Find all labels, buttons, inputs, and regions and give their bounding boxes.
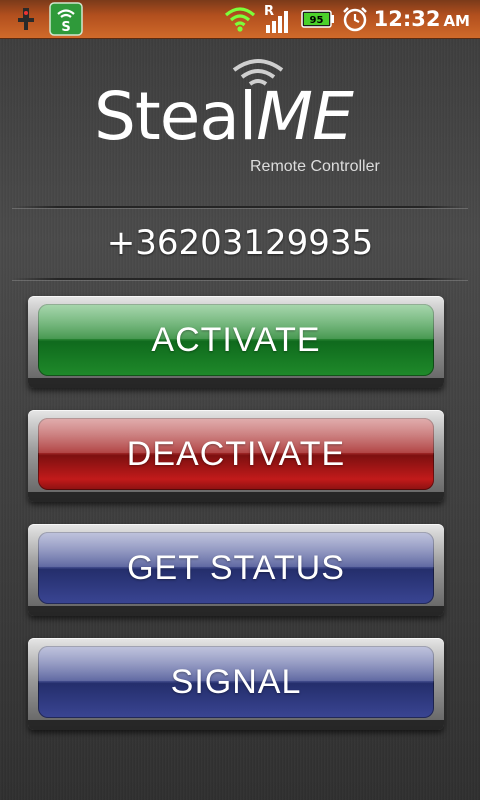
svg-text:S: S <box>61 20 70 35</box>
status-bar: S R 95 12:32 AM <box>0 0 480 39</box>
app-name-part1: Steal <box>94 78 257 155</box>
app-name: StealME <box>94 84 354 150</box>
activate-button-label: ACTIVATE <box>151 320 321 359</box>
stealme-notification-icon: S <box>48 0 84 38</box>
app-name-part2: ME <box>256 78 354 155</box>
usb-debug-icon <box>8 0 44 38</box>
get-status-button-label: GET STATUS <box>127 548 345 587</box>
divider-top <box>12 206 468 208</box>
battery-icon: 95 <box>300 0 336 38</box>
divider-bottom <box>12 278 468 280</box>
svg-text:R: R <box>264 4 274 19</box>
clock-time: 12:32 <box>373 7 441 31</box>
alarm-icon <box>340 0 370 38</box>
wifi-icon <box>222 0 258 38</box>
svg-text:95: 95 <box>310 15 324 26</box>
phone-number: +36203129935 <box>106 223 374 263</box>
app-logo: StealME Remote Controller <box>0 56 480 186</box>
signal-button-face[interactable]: SIGNAL <box>38 646 434 718</box>
activate-button[interactable]: ACTIVATE <box>28 296 444 388</box>
signal-button-label: SIGNAL <box>170 662 302 701</box>
clock-ampm: AM <box>443 12 470 30</box>
clock: 12:32 AM <box>374 0 470 38</box>
signal-button[interactable]: SIGNAL <box>28 638 444 730</box>
get-status-button[interactable]: GET STATUS <box>28 524 444 616</box>
activate-button-face[interactable]: ACTIVATE <box>38 304 434 376</box>
deactivate-button-label: DEACTIVATE <box>126 434 346 473</box>
deactivate-button[interactable]: DEACTIVATE <box>28 410 444 502</box>
app-subtitle: Remote Controller <box>250 158 380 175</box>
signal-icon: R <box>262 0 294 38</box>
get-status-button-face[interactable]: GET STATUS <box>38 532 434 604</box>
deactivate-button-face[interactable]: DEACTIVATE <box>38 418 434 490</box>
